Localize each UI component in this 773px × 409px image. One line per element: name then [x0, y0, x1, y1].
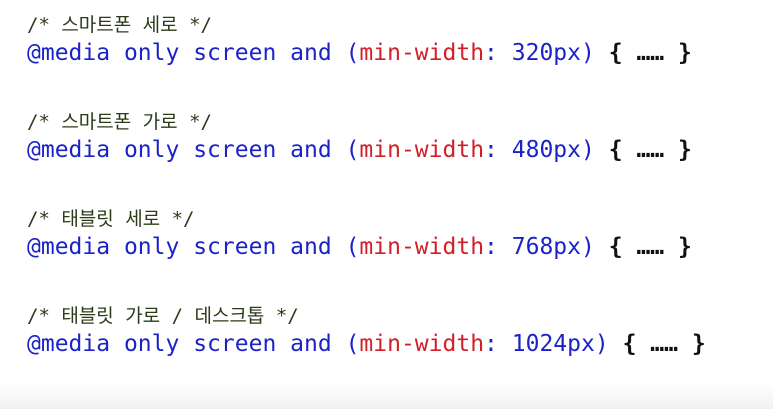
colon: : [484, 331, 498, 357]
open-brace: { [608, 234, 623, 260]
at-rule: @media [27, 40, 111, 66]
open-brace: { [608, 40, 623, 66]
keyword-and: and [290, 137, 332, 163]
code-comment: /* 스마트폰 세로 */ [27, 14, 212, 36]
keyword-and: and [290, 234, 332, 260]
keyword-screen: screen [193, 234, 277, 260]
media-query-line: @media only screen and (min-width: 480px… [27, 135, 767, 165]
at-rule: @media [27, 234, 111, 260]
keyword-only: only [123, 234, 180, 260]
media-feature: min-width [359, 331, 485, 357]
media-query-block: /* 스마트폰 세로 */ @media only screen and (mi… [27, 12, 767, 68]
keyword-screen: screen [193, 331, 277, 357]
at-rule: @media [27, 137, 111, 163]
keyword-only: only [123, 137, 180, 163]
close-paren: ) [581, 40, 595, 66]
ellipsis: …… [636, 137, 665, 163]
open-paren: ( [345, 331, 360, 357]
bottom-fade-bar [0, 383, 773, 409]
breakpoint-value: 480px [511, 137, 582, 163]
at-rule: @media [27, 331, 111, 357]
keyword-only: only [123, 40, 180, 66]
code-comment: /* 태블릿 가로 / 데스크톱 */ [27, 305, 299, 327]
breakpoint-value: 320px [511, 40, 582, 66]
keyword-and: and [290, 331, 332, 357]
open-brace: { [608, 137, 623, 163]
breakpoint-value: 1024px [511, 331, 595, 357]
close-brace: } [691, 331, 706, 357]
keyword-screen: screen [193, 137, 277, 163]
keyword-screen: screen [193, 40, 277, 66]
ellipsis: …… [636, 40, 665, 66]
code-comment: /* 스마트폰 가로 */ [27, 111, 212, 133]
ellipsis: …… [650, 331, 678, 357]
close-brace: } [678, 137, 692, 163]
colon: : [484, 234, 498, 260]
close-paren: ) [581, 137, 595, 163]
open-paren: ( [345, 234, 360, 260]
open-brace: { [622, 331, 637, 357]
close-paren: ) [581, 234, 595, 260]
code-comment: /* 태블릿 세로 */ [27, 208, 195, 230]
code-snippet: /* 스마트폰 세로 */ @media only screen and (mi… [27, 12, 767, 400]
media-query-block: /* 스마트폰 가로 */ @media only screen and (mi… [27, 109, 767, 165]
close-brace: } [678, 40, 692, 66]
media-query-line: @media only screen and (min-width: 768px… [27, 232, 767, 262]
keyword-and: and [290, 40, 332, 66]
breakpoint-value: 768px [511, 234, 582, 260]
open-paren: ( [345, 40, 360, 66]
colon: : [484, 40, 498, 66]
close-brace: } [678, 234, 692, 260]
media-query-line: @media only screen and (min-width: 320px… [27, 38, 767, 68]
colon: : [484, 137, 498, 163]
media-feature: min-width [359, 234, 485, 260]
ellipsis: …… [636, 234, 665, 260]
media-feature: min-width [359, 40, 485, 66]
media-query-line: @media only screen and (min-width: 1024p… [27, 329, 767, 359]
media-query-block: /* 태블릿 세로 */ @media only screen and (min… [27, 206, 767, 262]
close-paren: ) [594, 331, 609, 357]
media-feature: min-width [359, 137, 485, 163]
media-query-block: /* 태블릿 가로 / 데스크톱 */ @media only screen a… [27, 303, 767, 359]
open-paren: ( [345, 137, 360, 163]
keyword-only: only [123, 331, 180, 357]
